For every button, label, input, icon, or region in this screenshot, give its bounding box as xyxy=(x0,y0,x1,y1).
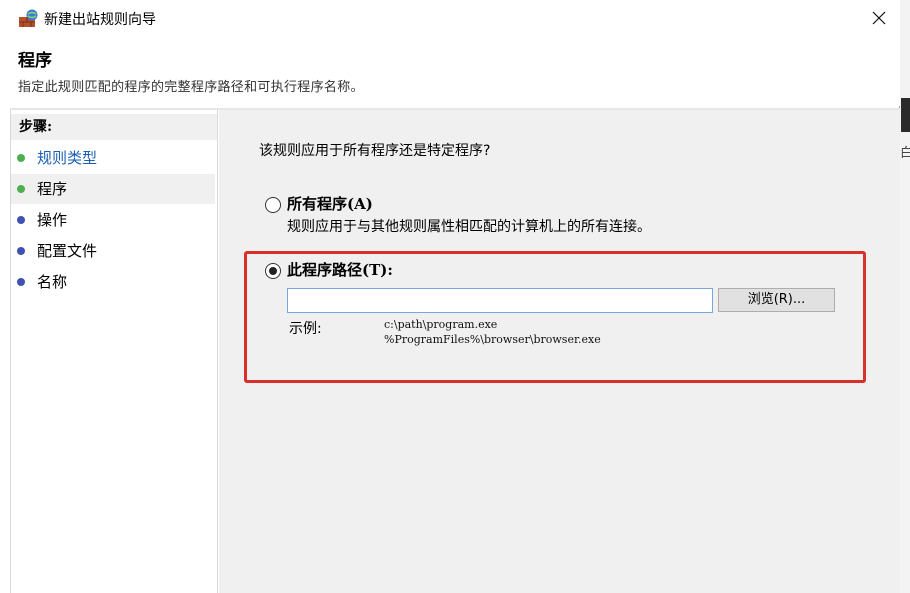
sidebar-item-profile[interactable]: 配置文件 xyxy=(11,236,215,266)
window-title: 新建出站规则向导 xyxy=(44,12,156,28)
step-pending-dot-icon xyxy=(17,278,25,286)
sidebar-item-label: 规则类型 xyxy=(37,149,98,167)
sidebar-item-rule-type[interactable]: 规则类型 xyxy=(11,143,215,173)
steps-heading: 步骤: xyxy=(11,114,217,140)
sidebar-item-program[interactable]: 程序 xyxy=(11,174,215,204)
sidebar-item-name[interactable]: 名称 xyxy=(11,267,215,297)
page-title: 程序 xyxy=(18,51,52,71)
sidebar-item-label: 配置文件 xyxy=(37,242,98,260)
title-bar: 新建出站规则向导 xyxy=(0,0,900,38)
all-programs-description: 规则应用于与其他规则属性相匹配的计算机上的所有连接。 xyxy=(287,219,651,235)
all-programs-radio[interactable] xyxy=(265,197,281,213)
step-done-dot-icon xyxy=(17,154,25,162)
background-window-edge xyxy=(900,0,910,593)
background-window-partial-text: 白 xyxy=(900,146,910,161)
sidebar-item-label: 名称 xyxy=(37,273,68,291)
all-programs-label[interactable]: 所有程序(A) xyxy=(287,193,373,214)
highlight-annotation-box xyxy=(244,251,866,383)
step-pending-dot-icon xyxy=(17,216,25,224)
close-icon xyxy=(872,11,886,29)
sidebar-item-label: 操作 xyxy=(37,211,68,229)
question-text: 该规则应用于所有程序还是特定程序? xyxy=(259,143,491,159)
background-window-block xyxy=(901,98,910,132)
sidebar-item-action[interactable]: 操作 xyxy=(11,205,215,235)
page-header: 程序 指定此规则匹配的程序的完整程序路径和可执行程序名称。 xyxy=(0,38,900,106)
firewall-wizard-icon xyxy=(18,9,40,29)
close-button[interactable] xyxy=(858,4,900,36)
steps-sidebar: 步骤: 规则类型 程序 操作 配置文件 名称 xyxy=(10,110,218,593)
sidebar-item-label: 程序 xyxy=(37,180,68,198)
step-current-dot-icon xyxy=(17,185,25,193)
step-pending-dot-icon xyxy=(17,247,25,255)
page-description: 指定此规则匹配的程序的完整程序路径和可执行程序名称。 xyxy=(18,80,364,95)
